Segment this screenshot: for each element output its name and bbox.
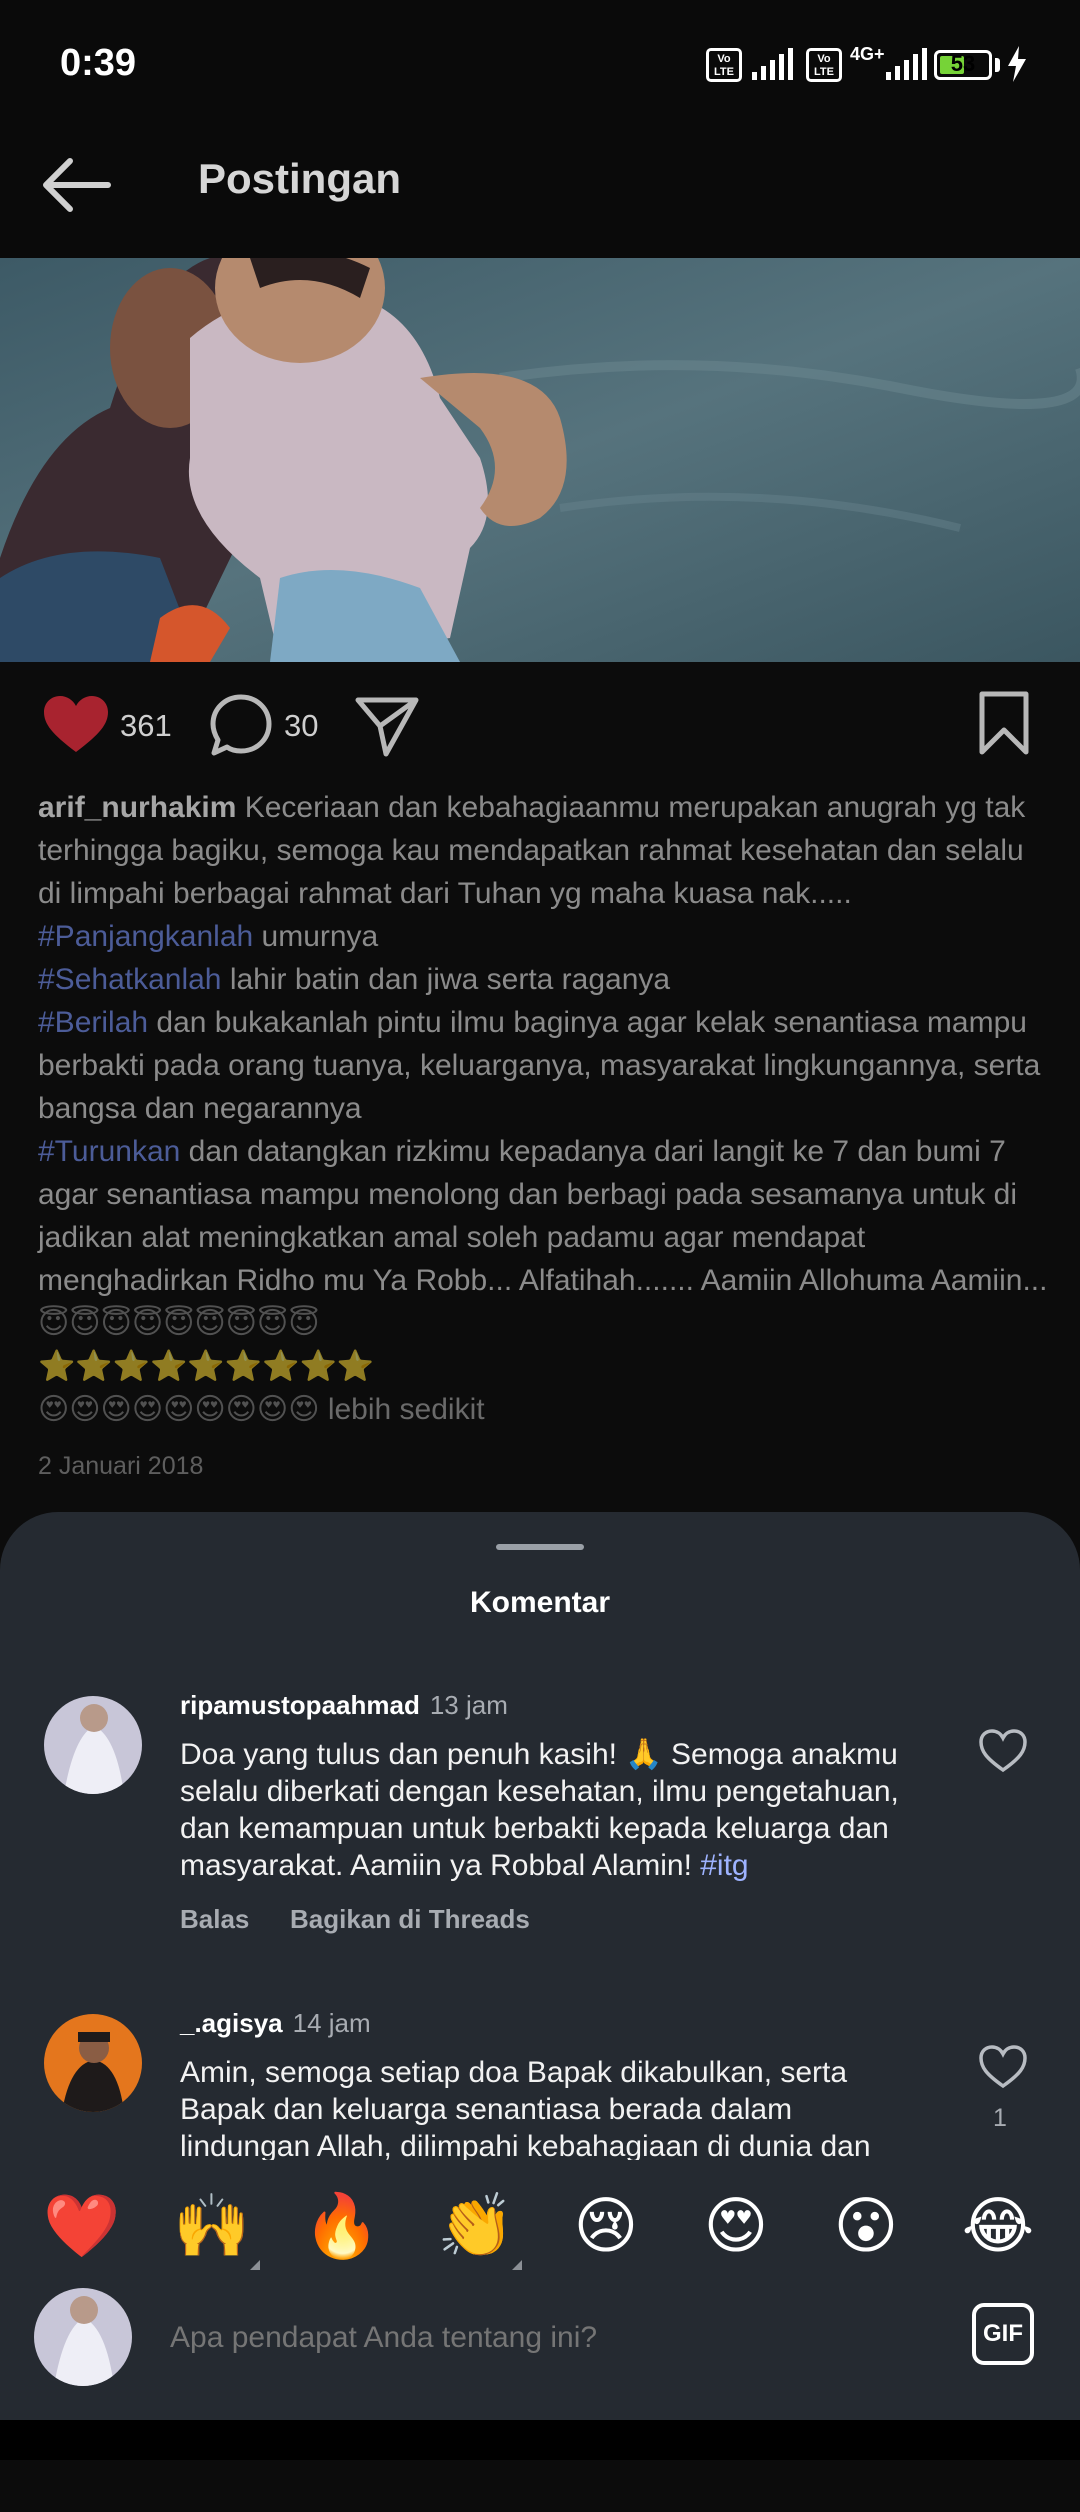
comment-icon[interactable] xyxy=(208,692,274,758)
hashtag-link[interactable]: #Panjangkanlah xyxy=(38,920,253,953)
status-time: 0:39 xyxy=(60,42,137,84)
comment-input[interactable] xyxy=(170,2318,930,2358)
comment-text: Doa yang tulus dan penuh kasih! 🙏 Semoga… xyxy=(180,1736,950,1884)
volte-badge-2: Vo LTE xyxy=(806,48,842,82)
reaction-heart-eyes[interactable]: 😍 xyxy=(696,2186,776,2266)
reaction-cry[interactable]: 😢 xyxy=(566,2186,646,2266)
post-photo[interactable] xyxy=(0,258,1080,662)
battery-nub xyxy=(995,58,1000,72)
heart-filled-icon[interactable] xyxy=(42,694,110,756)
signal-bars-1-icon xyxy=(752,44,793,80)
caption-username[interactable]: arif_nurhakim xyxy=(38,791,236,824)
heart-outline-icon[interactable] xyxy=(978,1728,1028,1774)
share-threads-button[interactable]: Bagikan di Threads xyxy=(290,1904,530,1935)
reply-button[interactable]: Balas xyxy=(180,1904,249,1935)
avatar xyxy=(34,2288,132,2386)
avatar-image xyxy=(44,1696,142,1794)
avatar-image xyxy=(44,2014,142,2112)
post-caption: arif_nurhakim Keceriaan dan kebahagiaanm… xyxy=(38,786,1048,1431)
hashtag-link[interactable]: #Turunkan xyxy=(38,1135,180,1168)
caption-emoji-stars: ⭐⭐⭐⭐⭐⭐⭐⭐⭐ xyxy=(38,1350,375,1383)
avatar[interactable] xyxy=(44,1696,142,1794)
post-date: 2 Januari 2018 xyxy=(38,1452,204,1480)
hashtag-link[interactable]: #Sehatkanlah xyxy=(38,963,222,996)
hashtag-link[interactable]: #Berilah xyxy=(38,1006,148,1039)
caption-text-3: lahir batin dan jiwa serta raganya xyxy=(221,963,671,996)
hashtag-link[interactable]: #itg xyxy=(700,1849,748,1882)
comment-text-body: Doa yang tulus dan penuh kasih! 🙏 Semoga… xyxy=(180,1738,899,1882)
comment-text: Amin, semoga setiap doa Bapak dikabulkan… xyxy=(180,2054,920,2160)
reaction-fire[interactable]: 🔥 xyxy=(302,2186,382,2266)
skin-tone-indicator xyxy=(512,2260,522,2270)
lightning-icon xyxy=(1008,46,1026,82)
comment-username[interactable]: ripamustopaahmad 13 jam xyxy=(180,1690,508,1721)
quick-reactions-bar xyxy=(0,2160,1080,2290)
reaction-heart[interactable]: ❤️ xyxy=(42,2186,122,2266)
battery-percent: 53 xyxy=(950,51,976,76)
post-photo-image xyxy=(0,258,1080,662)
comment-username[interactable]: _.agisya 14 jam xyxy=(180,2008,371,2039)
header xyxy=(0,130,1080,258)
network-type: 4G+ xyxy=(850,44,885,64)
battery-icon: 53 xyxy=(934,50,992,80)
comment-time: 14 jam xyxy=(292,2008,371,2038)
comment-username-text[interactable]: _.agisya xyxy=(180,2008,283,2038)
comment-text-body: Amin, semoga setiap doa Bapak dikabulkan… xyxy=(180,2056,871,2160)
show-less-link[interactable]: lebih sedikit xyxy=(328,1393,485,1426)
reaction-clap[interactable]: 👏 xyxy=(436,2186,516,2266)
heart-outline-icon[interactable] xyxy=(978,2044,1028,2090)
comments-title: Komentar xyxy=(469,1586,611,1619)
caption-text-5: dan datangkan rizkimu kepadanya dari lan… xyxy=(38,1135,1048,1297)
arrow-left-icon[interactable] xyxy=(40,150,120,220)
caption-text-2: umurnya xyxy=(253,920,379,953)
caption-emoji-halo: 😇😇😇😇😇😇😇😇😇 xyxy=(38,1307,320,1340)
signal-bars-2-icon xyxy=(886,44,927,80)
caption-emoji-hearts: 😍😍😍😍😍😍😍😍😍 xyxy=(38,1393,320,1426)
system-nav-bar xyxy=(0,2420,1080,2460)
sheet-drag-handle[interactable] xyxy=(496,1544,584,1550)
avatar[interactable] xyxy=(44,2014,142,2112)
reaction-surprised[interactable]: 😮 xyxy=(826,2186,906,2266)
reaction-raised-hands[interactable]: 🙌 xyxy=(172,2186,252,2266)
like-count[interactable]: 361 xyxy=(120,708,172,744)
skin-tone-indicator xyxy=(250,2260,260,2270)
bookmark-icon[interactable] xyxy=(976,690,1032,756)
comment-username-text[interactable]: ripamustopaahmad xyxy=(180,1690,420,1720)
comment-count[interactable]: 30 xyxy=(284,708,318,744)
comment-time: 13 jam xyxy=(429,1690,508,1720)
page-title: Postingan xyxy=(198,155,402,202)
volte-badge-1: Vo LTE xyxy=(706,48,742,82)
reaction-laugh[interactable]: 😂 xyxy=(958,2186,1038,2266)
send-icon[interactable] xyxy=(354,694,420,758)
avatar-image xyxy=(34,2288,132,2386)
comment-like-count: 1 xyxy=(993,2104,1007,2132)
gif-button[interactable]: GIF xyxy=(972,2303,1034,2365)
caption-text-4: dan bukakanlah pintu ilmu baginya agar k… xyxy=(38,1006,1041,1125)
